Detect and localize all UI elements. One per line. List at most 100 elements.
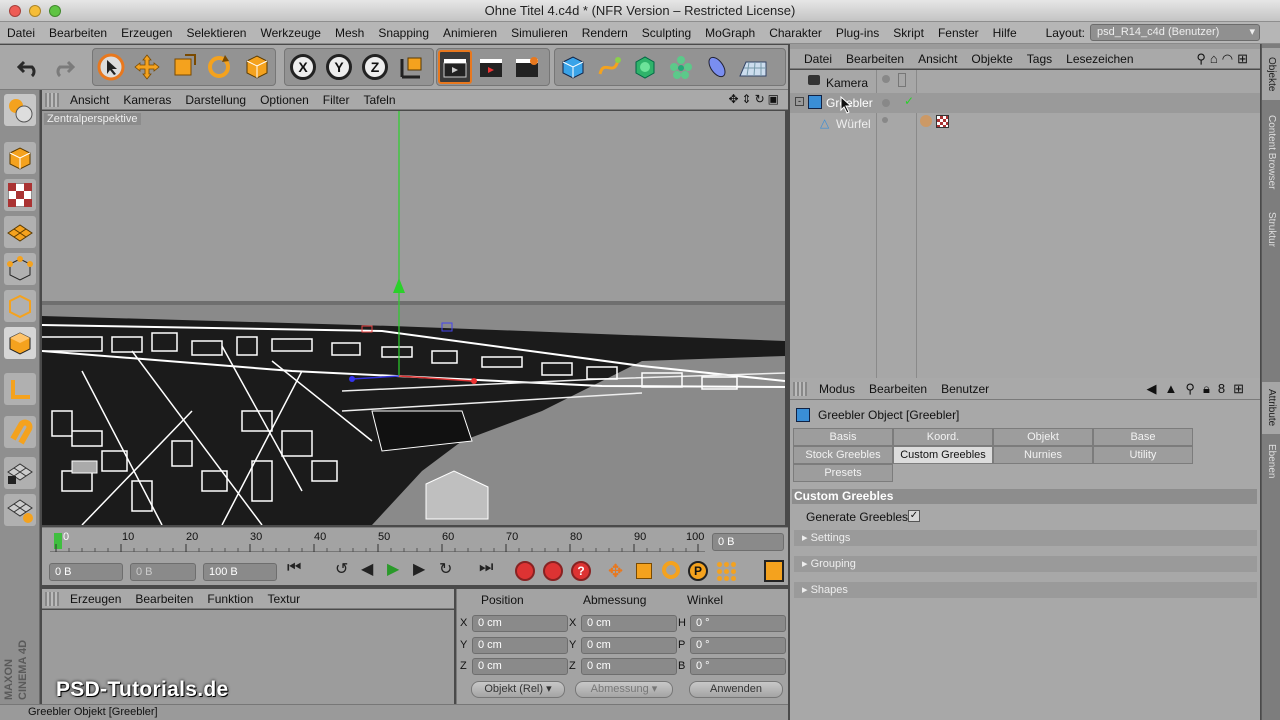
rotate-tool-button[interactable]: [202, 50, 236, 84]
group-shapes[interactable]: ▸ Shapes: [794, 582, 1257, 598]
obj-menu-bearbeiten[interactable]: Bearbeiten: [842, 52, 914, 66]
maximize-view-icon[interactable]: ▣: [768, 92, 782, 106]
menu-selektieren[interactable]: Selektieren: [179, 26, 253, 40]
close-window-button[interactable]: [9, 5, 21, 17]
menu-werkzeuge[interactable]: Werkzeuge: [253, 26, 327, 40]
scale-tool-button[interactable]: [166, 50, 200, 84]
vp-menu-filter[interactable]: Filter: [316, 93, 357, 107]
subdivision-surface-button[interactable]: [628, 50, 662, 84]
menu-skript[interactable]: Skript: [886, 26, 931, 40]
back-arrow-icon[interactable]: ◀: [1147, 381, 1165, 396]
axis-z-button[interactable]: Z: [358, 50, 392, 84]
rotation-b-field[interactable]: 0 °: [690, 658, 786, 675]
lock-icon[interactable]: 🔒︎: [1203, 381, 1218, 396]
axis-y-button[interactable]: Y: [322, 50, 356, 84]
rotate-view-icon[interactable]: ↻: [755, 92, 768, 106]
mat-menu-textur[interactable]: Textur: [260, 592, 307, 606]
tree-row-kamera[interactable]: Kamera: [790, 73, 1260, 93]
visibility-dot-icon[interactable]: [882, 99, 890, 107]
menu-simulieren[interactable]: Simulieren: [504, 26, 575, 40]
obj-menu-tags[interactable]: Tags: [1023, 52, 1062, 66]
play-button[interactable]: ▶: [387, 559, 399, 579]
side-tab-ebenen[interactable]: Ebenen: [1262, 438, 1280, 484]
obj-menu-lesezeichen[interactable]: Lesezeichen: [1062, 52, 1143, 66]
cloner-button[interactable]: [664, 50, 698, 84]
obj-menu-objekte[interactable]: Objekte: [967, 52, 1022, 66]
menu-charakter[interactable]: Charakter: [762, 26, 829, 40]
axis-mode-button[interactable]: [4, 373, 36, 405]
home-icon[interactable]: ⌂: [1210, 51, 1222, 66]
menu-datei[interactable]: Datei: [0, 26, 42, 40]
obj-menu-ansicht[interactable]: Ansicht: [914, 52, 967, 66]
floor-object-button[interactable]: [736, 50, 770, 84]
collapse-toggle-icon[interactable]: -: [795, 97, 804, 106]
next-key-button[interactable]: ↻: [439, 559, 452, 579]
tab-objekt[interactable]: Objekt: [993, 428, 1093, 446]
go-to-start-button[interactable]: ⏮: [287, 559, 301, 577]
tab-presets[interactable]: Presets: [793, 464, 893, 482]
snap-button[interactable]: [4, 416, 36, 448]
menu-rendern[interactable]: Rendern: [575, 26, 635, 40]
tree-row-greebler[interactable]: - Greebler ✓: [790, 93, 1260, 113]
polygons-mode-button[interactable]: [4, 327, 36, 359]
redo-button[interactable]: [46, 50, 80, 84]
menu-sculpting[interactable]: Sculpting: [635, 26, 698, 40]
vp-menu-optionen[interactable]: Optionen: [253, 93, 316, 107]
keyframe-help-icon[interactable]: ?: [571, 561, 591, 581]
move-tool-button[interactable]: [130, 50, 164, 84]
select-tool-button[interactable]: [94, 50, 128, 84]
generate-greebles-checkbox[interactable]: ✓: [908, 510, 920, 522]
mat-menu-bearbeiten[interactable]: Bearbeiten: [128, 592, 200, 606]
tab-nurnies[interactable]: Nurnies: [993, 446, 1093, 464]
go-to-end-button[interactable]: ⏭: [479, 559, 493, 577]
menu-snapping[interactable]: Snapping: [371, 26, 436, 40]
tab-utility[interactable]: Utility: [1093, 446, 1193, 464]
key-scale-icon[interactable]: [636, 563, 652, 579]
collapse-icon[interactable]: ◠: [1222, 51, 1237, 66]
autokey-icon[interactable]: [543, 561, 563, 581]
end-frame-field[interactable]: 100 B: [203, 563, 277, 581]
axis-x-button[interactable]: X: [286, 50, 320, 84]
next-frame-button[interactable]: ▶: [413, 559, 425, 579]
spline-button[interactable]: [592, 50, 626, 84]
new-panel-icon[interactable]: ⊞: [1237, 51, 1252, 66]
size-mode-dropdown[interactable]: Abmessung ▾: [575, 681, 673, 698]
visibility-dot-icon[interactable]: [882, 75, 890, 83]
minimize-window-button[interactable]: [29, 5, 41, 17]
menu-bearbeiten[interactable]: Bearbeiten: [42, 26, 114, 40]
start-frame-field[interactable]: 0 B: [49, 563, 123, 581]
menu-mograph[interactable]: MoGraph: [698, 26, 762, 40]
render-dot-icon[interactable]: [898, 73, 906, 87]
search-icon[interactable]: ⚲: [1185, 381, 1203, 396]
workplane-mode-button[interactable]: [4, 216, 36, 248]
texture-mode-button[interactable]: [4, 179, 36, 211]
tab-base[interactable]: Base: [1093, 428, 1193, 446]
timeline-window-button[interactable]: [764, 560, 784, 582]
record-key-icon[interactable]: [515, 561, 535, 581]
coord-mode-dropdown[interactable]: Objekt (Rel) ▾: [471, 681, 565, 698]
key-parameter-icon[interactable]: P: [688, 561, 708, 581]
attr-menu-benutzer[interactable]: Benutzer: [931, 382, 993, 396]
size-x-field[interactable]: 0 cm: [581, 615, 677, 632]
position-z-field[interactable]: 0 cm: [472, 658, 568, 675]
vp-menu-darstellung[interactable]: Darstellung: [178, 93, 253, 107]
mat-menu-funktion[interactable]: Funktion: [200, 592, 260, 606]
key-pla-icon[interactable]: [716, 561, 736, 581]
up-arrow-icon[interactable]: ▲: [1165, 381, 1186, 396]
side-tab-attribute[interactable]: Attribute: [1262, 382, 1280, 434]
attr-menu-modus[interactable]: Modus: [809, 382, 859, 396]
menu-mesh[interactable]: Mesh: [328, 26, 371, 40]
coordinate-system-button[interactable]: [394, 50, 428, 84]
vp-menu-ansicht[interactable]: Ansicht: [63, 93, 116, 107]
position-y-field[interactable]: 0 cm: [472, 637, 568, 654]
deformer-button[interactable]: [700, 50, 734, 84]
points-mode-button[interactable]: [4, 253, 36, 285]
size-y-field[interactable]: 0 cm: [581, 637, 677, 654]
mat-menu-erzeugen[interactable]: Erzeugen: [63, 592, 128, 606]
live-selection-button[interactable]: [240, 50, 274, 84]
obj-menu-datei[interactable]: Datei: [790, 52, 842, 66]
side-tab-content-browser[interactable]: Content Browser: [1262, 104, 1280, 200]
apply-button[interactable]: Anwenden: [689, 681, 783, 698]
vp-menu-tafeln[interactable]: Tafeln: [356, 93, 402, 107]
link-icon[interactable]: 8: [1218, 381, 1233, 396]
